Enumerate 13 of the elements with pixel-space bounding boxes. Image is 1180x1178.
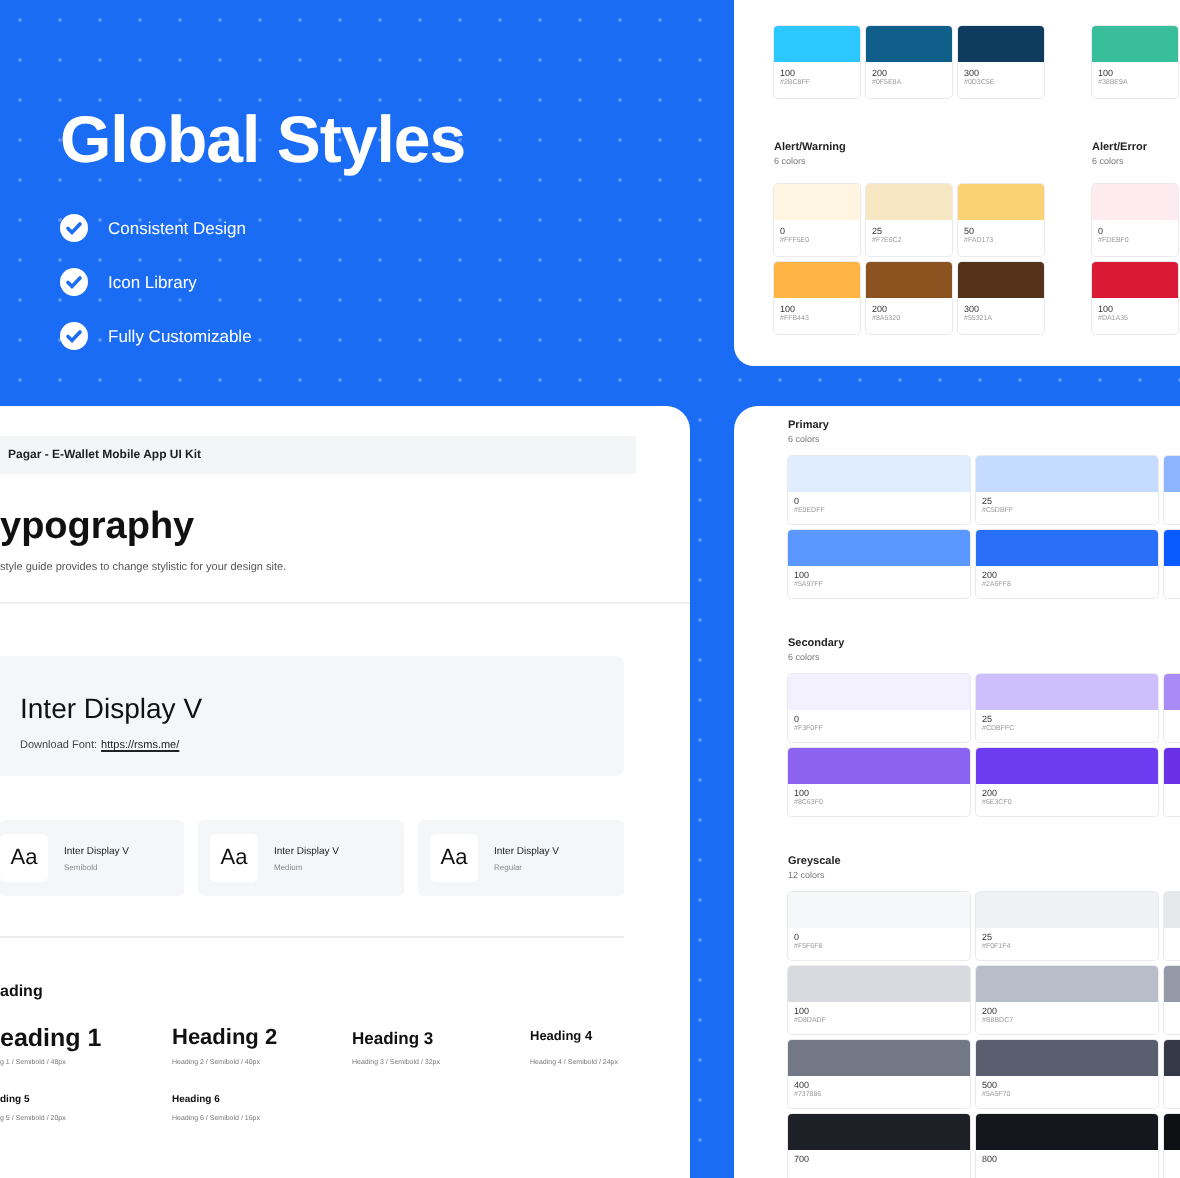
font-sample: Aa: [430, 834, 478, 882]
section-title: ading: [0, 982, 45, 1000]
heading-sample: eading 1: [0, 1024, 104, 1052]
hero-title: Global Styles: [60, 100, 466, 180]
heading-sample: Heading 3: [352, 1026, 436, 1052]
font-sample: Aa: [0, 834, 48, 882]
heading-sample: Heading 2: [172, 1024, 280, 1052]
feature-label: Icon Library: [108, 271, 197, 291]
font-name: Inter Display V: [20, 692, 205, 724]
page-title: ypography: [0, 506, 197, 550]
font-sample: Aa: [210, 834, 258, 882]
feature-label: Fully Customizable: [108, 325, 252, 345]
feature-label: Consistent Design: [108, 217, 246, 237]
